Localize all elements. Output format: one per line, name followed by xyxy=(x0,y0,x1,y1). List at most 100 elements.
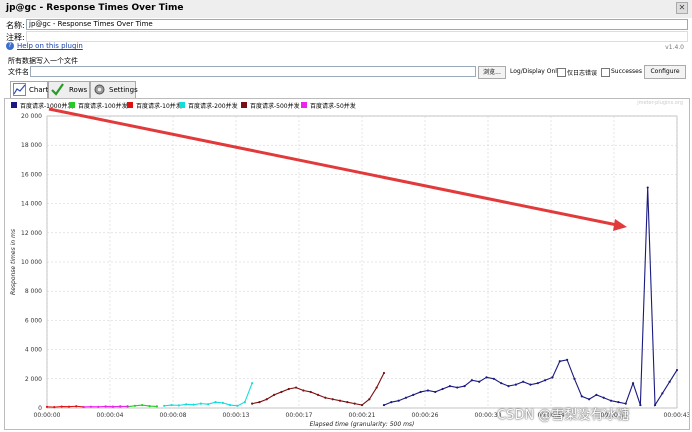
x-tick-label: 00:00:43 xyxy=(664,412,689,419)
close-icon[interactable]: ✕ xyxy=(676,2,688,14)
data-point xyxy=(214,401,217,404)
data-point xyxy=(478,380,481,383)
data-point xyxy=(544,379,547,382)
data-point xyxy=(536,382,539,385)
x-tick-label: 00:00:00 xyxy=(34,412,61,419)
errors-checkbox[interactable] xyxy=(557,68,566,77)
data-point xyxy=(324,396,327,399)
data-point xyxy=(566,358,569,361)
data-point xyxy=(675,368,679,372)
tab-settings-label: Settings xyxy=(109,86,138,94)
data-point xyxy=(163,404,166,407)
help-icon: ? xyxy=(6,42,14,50)
data-point xyxy=(302,389,305,392)
data-point xyxy=(419,390,422,394)
comment-row: 注释: xyxy=(0,31,692,42)
data-point xyxy=(485,376,488,379)
y-tick-label: 16 000 xyxy=(21,171,42,178)
data-point xyxy=(236,404,239,407)
data-point xyxy=(360,403,364,407)
data-point xyxy=(368,398,371,401)
tab-chart[interactable]: Chart xyxy=(10,81,48,99)
data-point xyxy=(82,405,85,409)
data-point xyxy=(265,398,268,401)
data-point xyxy=(111,405,115,408)
data-point xyxy=(53,406,56,409)
data-point xyxy=(668,380,671,383)
data-point xyxy=(251,402,254,405)
y-tick-label: 20 000 xyxy=(21,113,42,120)
data-point xyxy=(229,403,232,407)
y-tick-label: 4 000 xyxy=(25,347,42,354)
data-point xyxy=(353,402,356,405)
comment-field[interactable] xyxy=(26,31,688,42)
name-field[interactable]: jp@gc - Response Times Over Time xyxy=(26,19,688,30)
data-point xyxy=(587,398,591,401)
data-point xyxy=(170,403,173,407)
configure-button[interactable]: Configure xyxy=(644,65,686,79)
gear-icon xyxy=(94,84,105,95)
data-point xyxy=(104,405,107,408)
successes-checkbox[interactable] xyxy=(601,68,610,77)
data-point xyxy=(390,401,393,404)
data-point xyxy=(45,405,49,408)
data-point xyxy=(287,387,290,391)
data-point xyxy=(207,403,210,406)
window-title: jp@gc - Response Times Over Time xyxy=(6,3,184,13)
y-tick-label: 18 000 xyxy=(21,142,42,149)
chart-icon xyxy=(13,83,26,96)
help-link[interactable]: ? Help on this plugin xyxy=(6,42,83,50)
data-point xyxy=(251,382,254,385)
x-tick-label: 00:00:17 xyxy=(286,412,313,419)
browse-button[interactable]: 浏览... xyxy=(478,66,506,79)
data-point xyxy=(412,393,415,396)
y-tick-label: 10 000 xyxy=(21,259,42,266)
data-point xyxy=(551,376,554,379)
y-tick-label: 6 000 xyxy=(25,317,42,324)
tab-rows-label: Rows xyxy=(69,86,88,94)
name-label: 名称: xyxy=(6,21,25,30)
data-point xyxy=(456,386,459,389)
data-point xyxy=(382,371,386,375)
data-point xyxy=(609,399,613,402)
data-point xyxy=(294,386,298,389)
data-point xyxy=(426,389,430,392)
tab-rows[interactable]: Rows xyxy=(48,81,90,99)
data-point xyxy=(434,390,437,394)
response-times-chart: 0 2 000 4 000 6 000 8 000 10 000 12 000 14 000 1… xyxy=(10,107,689,428)
successes-label: Successes xyxy=(611,68,642,75)
csdn-watermark: CSDN @雪梨没有冰糖 xyxy=(497,408,630,423)
data-point xyxy=(316,393,320,396)
data-point xyxy=(338,399,342,402)
data-point xyxy=(243,401,246,404)
data-point xyxy=(331,398,334,401)
data-point xyxy=(595,393,598,396)
data-point xyxy=(463,385,466,388)
version-label: v1.4.0 xyxy=(665,44,684,51)
data-point xyxy=(221,401,224,404)
data-point xyxy=(507,385,510,388)
y-tick-label: 14 000 xyxy=(21,201,42,208)
tab-settings[interactable]: Settings xyxy=(90,81,138,99)
data-point xyxy=(199,402,202,405)
data-point xyxy=(646,186,649,189)
data-point xyxy=(75,405,78,408)
filename-input[interactable] xyxy=(30,66,476,77)
y-axis-title: Response times in ms xyxy=(10,229,17,295)
data-point xyxy=(500,382,503,385)
data-point xyxy=(441,387,444,391)
data-point xyxy=(185,403,188,406)
data-point xyxy=(177,404,180,407)
data-point xyxy=(514,383,517,386)
data-point xyxy=(346,401,349,404)
data-point xyxy=(141,403,144,407)
data-point xyxy=(119,405,122,408)
data-point xyxy=(404,396,408,399)
y-tick-label: 2 000 xyxy=(25,376,42,383)
data-point xyxy=(126,405,129,408)
help-link-text[interactable]: Help on this plugin xyxy=(17,42,83,50)
x-tick-label: 00:00:04 xyxy=(97,412,124,419)
data-point xyxy=(639,403,642,407)
data-point xyxy=(375,386,378,389)
data-point xyxy=(133,404,137,407)
